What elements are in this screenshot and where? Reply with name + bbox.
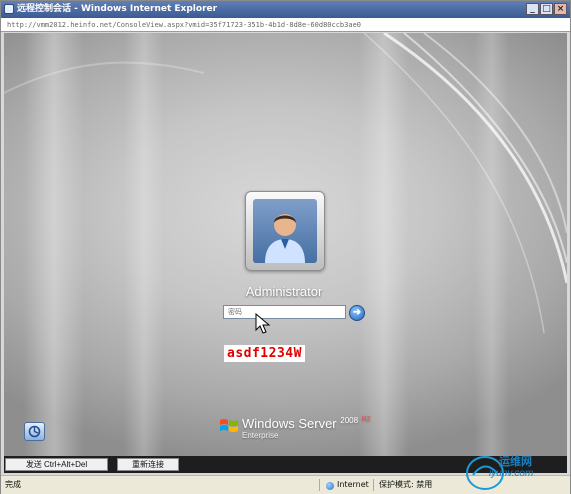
watermark-brand: 运维网	[499, 456, 532, 468]
remote-desktop-viewport[interactable]: Administrator ➜ asdf1234W Windows Server…	[4, 33, 567, 456]
globe-icon	[326, 482, 334, 490]
product-version: 2008	[340, 416, 359, 425]
username-label: Administrator	[245, 284, 323, 299]
product-name: Windows Server	[242, 416, 337, 431]
reconnect-button[interactable]: 重新连接	[117, 458, 179, 471]
password-input[interactable]	[223, 305, 346, 319]
window-title: 远程控制会话 - Windows Internet Explorer	[17, 4, 218, 14]
zone-label: Internet	[337, 480, 369, 489]
address-bar[interactable]: http://vmm2012.heinfo.net/ConsoleView.as…	[1, 18, 570, 32]
windows-flag-icon	[220, 419, 238, 432]
mouse-cursor-icon	[255, 313, 271, 334]
title-bar: 远程控制会话 - Windows Internet Explorer _ □ ×	[1, 1, 570, 18]
status-text: 完成	[5, 480, 21, 489]
product-brand: Windows Server 2008 R2	[242, 416, 371, 431]
product-edition: Enterprise	[242, 431, 279, 440]
close-button[interactable]: ×	[554, 3, 567, 15]
minimize-button[interactable]: _	[526, 3, 539, 15]
password-annotation: asdf1234W	[224, 345, 305, 362]
product-version-suffix: R2	[361, 416, 371, 423]
send-ctrl-alt-del-button[interactable]: 发送 Ctrl+Alt+Del	[5, 458, 108, 471]
ie-app-icon	[4, 4, 14, 14]
maximize-button[interactable]: □	[540, 3, 553, 15]
watermark-url: iyunv.com	[489, 468, 534, 479]
ease-of-access-icon[interactable]	[24, 422, 45, 441]
user-tile[interactable]	[245, 191, 325, 271]
arrow-right-icon[interactable]: ➜	[349, 305, 365, 321]
user-avatar-icon	[253, 199, 317, 263]
ie-window: 远程控制会话 - Windows Internet Explorer _ □ ×…	[0, 0, 571, 494]
protected-mode-label: 保护模式: 禁用	[379, 480, 433, 489]
